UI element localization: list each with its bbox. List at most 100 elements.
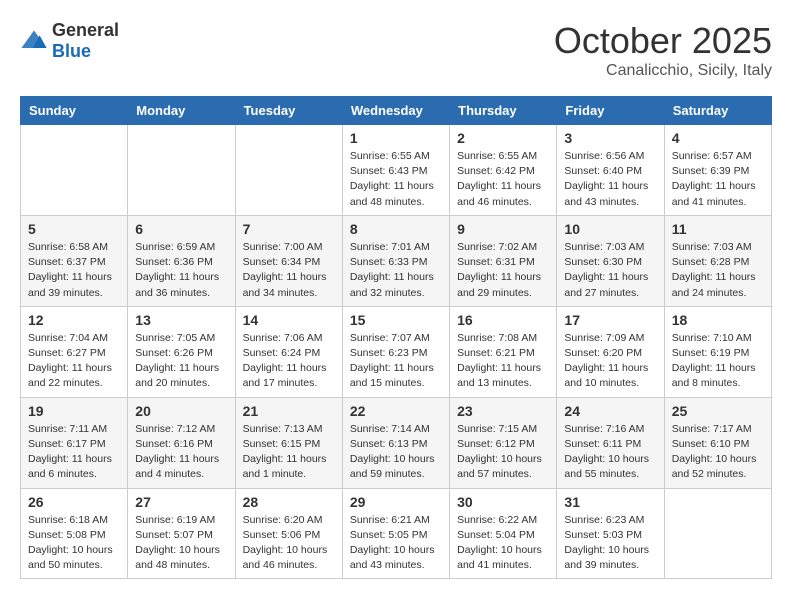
calendar-cell: 23 Sunrise: 7:15 AMSunset: 6:12 PMDayligh… — [450, 397, 557, 488]
calendar-cell: 7 Sunrise: 7:00 AMSunset: 6:34 PMDaylight… — [235, 215, 342, 306]
calendar-cell: 30Sunrise: 6:22 AMSunset: 5:04 PMDayligh… — [450, 488, 557, 579]
weekday-header: Saturday — [664, 97, 771, 125]
day-number: 25 — [672, 403, 764, 419]
day-info: Sunrise: 6:20 AMSunset: 5:06 PMDaylight:… — [243, 513, 335, 574]
weekday-header: Wednesday — [342, 97, 449, 125]
calendar-cell: 27 Sunrise: 6:19 AMSunset: 5:07 PMDayligh… — [128, 488, 235, 579]
day-number: 11 — [672, 221, 764, 237]
page-header: General Blue October 2025 Canalicchio, S… — [20, 20, 772, 80]
calendar-cell: 5 Sunrise: 6:58 AMSunset: 6:37 PMDaylight… — [21, 215, 128, 306]
calendar-cell: 10 Sunrise: 7:03 AMSunset: 6:30 PMDayligh… — [557, 215, 664, 306]
calendar-cell: 8 Sunrise: 7:01 AMSunset: 6:33 PMDaylight… — [342, 215, 449, 306]
day-number: 31 — [564, 494, 656, 510]
calendar-cell: 2 Sunrise: 6:55 AMSunset: 6:42 PMDaylight… — [450, 125, 557, 216]
calendar-week-row: 19 Sunrise: 7:11 AMSunset: 6:17 PMDayligh… — [21, 397, 772, 488]
logo-general: General — [52, 20, 119, 40]
day-number: 23 — [457, 403, 549, 419]
day-info: Sunrise: 7:05 AMSunset: 6:26 PMDaylight:… — [135, 331, 227, 392]
day-info: Sunrise: 7:11 AMSunset: 6:17 PMDaylight:… — [28, 422, 120, 483]
calendar-cell: 15 Sunrise: 7:07 AMSunset: 6:23 PMDayligh… — [342, 306, 449, 397]
weekday-header: Monday — [128, 97, 235, 125]
title-section: October 2025 Canalicchio, Sicily, Italy — [554, 20, 772, 80]
day-info: Sunrise: 6:57 AMSunset: 6:39 PMDaylight:… — [672, 149, 764, 210]
month-title: October 2025 — [554, 20, 772, 62]
day-number: 26 — [28, 494, 120, 510]
calendar-week-row: 5 Sunrise: 6:58 AMSunset: 6:37 PMDaylight… — [21, 215, 772, 306]
calendar-cell: 31Sunrise: 6:23 AMSunset: 5:03 PMDayligh… — [557, 488, 664, 579]
calendar-table: SundayMondayTuesdayWednesdayThursdayFrid… — [20, 96, 772, 579]
calendar-week-row: 12Sunrise: 7:04 AMSunset: 6:27 PMDayligh… — [21, 306, 772, 397]
day-number: 3 — [564, 130, 656, 146]
location: Canalicchio, Sicily, Italy — [554, 62, 772, 80]
day-info: Sunrise: 7:08 AMSunset: 6:21 PMDaylight:… — [457, 331, 549, 392]
logo-blue: Blue — [52, 41, 91, 61]
day-number: 16 — [457, 312, 549, 328]
calendar-cell: 9Sunrise: 7:02 AMSunset: 6:31 PMDaylight… — [450, 215, 557, 306]
calendar-cell: 13 Sunrise: 7:05 AMSunset: 6:26 PMDayligh… — [128, 306, 235, 397]
calendar-cell: 24Sunrise: 7:16 AMSunset: 6:11 PMDayligh… — [557, 397, 664, 488]
calendar-cell: 14 Sunrise: 7:06 AMSunset: 6:24 PMDayligh… — [235, 306, 342, 397]
calendar-cell — [235, 125, 342, 216]
day-info: Sunrise: 6:56 AMSunset: 6:40 PMDaylight:… — [564, 149, 656, 210]
calendar-cell: 20Sunrise: 7:12 AMSunset: 6:16 PMDayligh… — [128, 397, 235, 488]
day-info: Sunrise: 6:21 AMSunset: 5:05 PMDaylight:… — [350, 513, 442, 574]
day-info: Sunrise: 7:15 AMSunset: 6:12 PMDaylight:… — [457, 422, 549, 483]
weekday-header: Sunday — [21, 97, 128, 125]
calendar-cell — [21, 125, 128, 216]
day-info: Sunrise: 6:22 AMSunset: 5:04 PMDaylight:… — [457, 513, 549, 574]
day-info: Sunrise: 7:09 AMSunset: 6:20 PMDaylight:… — [564, 331, 656, 392]
calendar-cell: 11 Sunrise: 7:03 AMSunset: 6:28 PMDayligh… — [664, 215, 771, 306]
day-number: 14 — [243, 312, 335, 328]
day-number: 4 — [672, 130, 764, 146]
day-number: 27 — [135, 494, 227, 510]
day-info: Sunrise: 7:10 AMSunset: 6:19 PMDaylight:… — [672, 331, 764, 392]
day-info: Sunrise: 7:03 AMSunset: 6:28 PMDaylight:… — [672, 240, 764, 301]
day-info: Sunrise: 7:03 AMSunset: 6:30 PMDaylight:… — [564, 240, 656, 301]
calendar-cell: 18 Sunrise: 7:10 AMSunset: 6:19 PMDayligh… — [664, 306, 771, 397]
day-number: 7 — [243, 221, 335, 237]
calendar-cell — [128, 125, 235, 216]
day-number: 13 — [135, 312, 227, 328]
day-info: Sunrise: 6:19 AMSunset: 5:07 PMDaylight:… — [135, 513, 227, 574]
calendar-header-row: SundayMondayTuesdayWednesdayThursdayFrid… — [21, 97, 772, 125]
calendar-cell — [664, 488, 771, 579]
day-info: Sunrise: 6:18 AMSunset: 5:08 PMDaylight:… — [28, 513, 120, 574]
day-number: 10 — [564, 221, 656, 237]
day-number: 5 — [28, 221, 120, 237]
day-number: 18 — [672, 312, 764, 328]
day-info: Sunrise: 7:12 AMSunset: 6:16 PMDaylight:… — [135, 422, 227, 483]
day-info: Sunrise: 7:02 AMSunset: 6:31 PMDaylight:… — [457, 240, 549, 301]
day-info: Sunrise: 6:58 AMSunset: 6:37 PMDaylight:… — [28, 240, 120, 301]
day-number: 29 — [350, 494, 442, 510]
logo[interactable]: General Blue — [20, 20, 119, 62]
calendar-cell: 16 Sunrise: 7:08 AMSunset: 6:21 PMDayligh… — [450, 306, 557, 397]
day-info: Sunrise: 7:14 AMSunset: 6:13 PMDaylight:… — [350, 422, 442, 483]
day-info: Sunrise: 7:06 AMSunset: 6:24 PMDaylight:… — [243, 331, 335, 392]
day-info: Sunrise: 7:00 AMSunset: 6:34 PMDaylight:… — [243, 240, 335, 301]
calendar-cell: 26 Sunrise: 6:18 AMSunset: 5:08 PMDayligh… — [21, 488, 128, 579]
day-number: 2 — [457, 130, 549, 146]
day-info: Sunrise: 7:16 AMSunset: 6:11 PMDaylight:… — [564, 422, 656, 483]
day-info: Sunrise: 6:55 AMSunset: 6:42 PMDaylight:… — [457, 149, 549, 210]
calendar-cell: 3 Sunrise: 6:56 AMSunset: 6:40 PMDaylight… — [557, 125, 664, 216]
day-info: Sunrise: 7:13 AMSunset: 6:15 PMDaylight:… — [243, 422, 335, 483]
calendar-cell: 19 Sunrise: 7:11 AMSunset: 6:17 PMDayligh… — [21, 397, 128, 488]
calendar-week-row: 26 Sunrise: 6:18 AMSunset: 5:08 PMDayligh… — [21, 488, 772, 579]
day-number: 17 — [564, 312, 656, 328]
day-info: Sunrise: 7:07 AMSunset: 6:23 PMDaylight:… — [350, 331, 442, 392]
day-info: Sunrise: 7:17 AMSunset: 6:10 PMDaylight:… — [672, 422, 764, 483]
day-number: 12 — [28, 312, 120, 328]
weekday-header: Friday — [557, 97, 664, 125]
day-number: 19 — [28, 403, 120, 419]
calendar-cell: 22Sunrise: 7:14 AMSunset: 6:13 PMDayligh… — [342, 397, 449, 488]
calendar-cell: 21 Sunrise: 7:13 AMSunset: 6:15 PMDayligh… — [235, 397, 342, 488]
day-info: Sunrise: 6:55 AMSunset: 6:43 PMDaylight:… — [350, 149, 442, 210]
day-number: 21 — [243, 403, 335, 419]
calendar-cell: 1 Sunrise: 6:55 AMSunset: 6:43 PMDaylight… — [342, 125, 449, 216]
day-info: Sunrise: 6:59 AMSunset: 6:36 PMDaylight:… — [135, 240, 227, 301]
day-number: 1 — [350, 130, 442, 146]
day-number: 15 — [350, 312, 442, 328]
day-info: Sunrise: 7:01 AMSunset: 6:33 PMDaylight:… — [350, 240, 442, 301]
calendar-cell: 12Sunrise: 7:04 AMSunset: 6:27 PMDayligh… — [21, 306, 128, 397]
day-number: 8 — [350, 221, 442, 237]
